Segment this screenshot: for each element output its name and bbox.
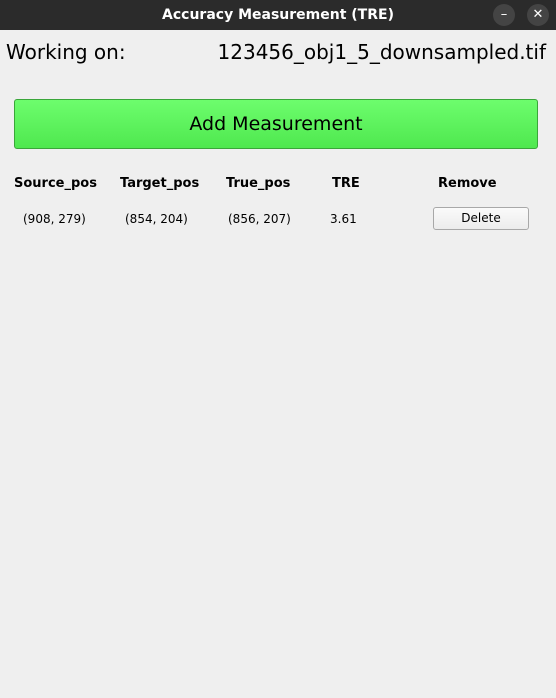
cell-target-pos: (854, 204) (125, 212, 188, 226)
add-measurement-button[interactable]: Add Measurement (14, 99, 538, 149)
tre-window: Accuracy Measurement (TRE) – ✕ Working o… (0, 0, 556, 698)
minimize-icon: – (500, 7, 508, 22)
cell-tre: 3.61 (330, 212, 357, 226)
minimize-button[interactable]: – (493, 4, 515, 26)
close-icon: ✕ (532, 7, 544, 22)
header-remove: Remove (438, 176, 497, 191)
working-filename: 123456_obj1_5_downsampled.tif (217, 40, 546, 64)
delete-button[interactable]: Delete (433, 207, 529, 230)
header-source-pos: Source_pos (14, 176, 97, 191)
window-title: Accuracy Measurement (TRE) (162, 7, 394, 23)
close-button[interactable]: ✕ (527, 4, 549, 26)
header-target-pos: Target_pos (120, 176, 200, 191)
working-on-label: Working on: (6, 40, 126, 64)
title-bar[interactable]: Accuracy Measurement (TRE) – ✕ (0, 0, 556, 30)
header-tre: TRE (332, 176, 360, 191)
header-true-pos: True_pos (226, 176, 291, 191)
cell-true-pos: (856, 207) (228, 212, 291, 226)
cell-source-pos: (908, 279) (23, 212, 86, 226)
